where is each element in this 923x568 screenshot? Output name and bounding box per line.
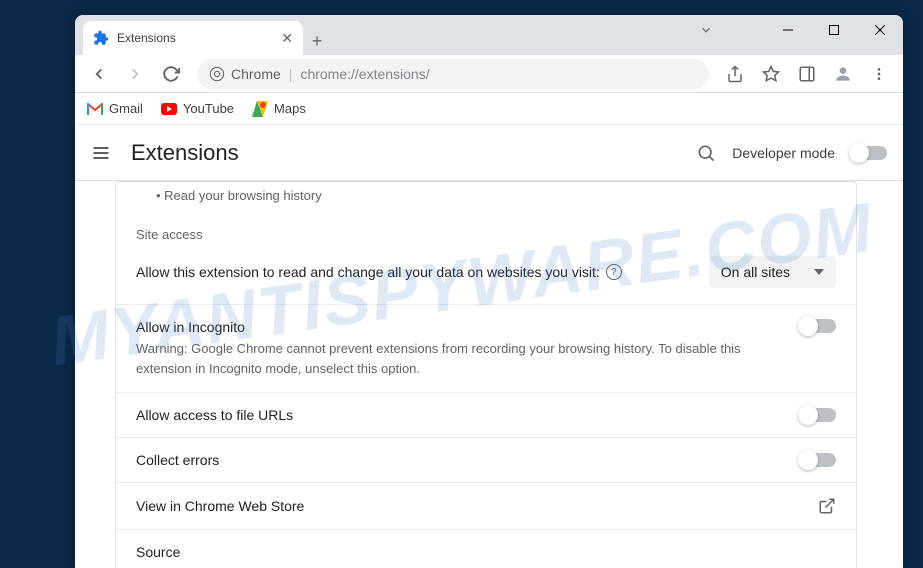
site-access-text: Allow this extension to read and change … (136, 264, 600, 280)
new-tab-button[interactable]: + (303, 27, 331, 55)
separator: | (289, 66, 293, 82)
search-icon[interactable] (696, 143, 716, 163)
youtube-icon (161, 101, 177, 117)
back-button[interactable] (83, 58, 115, 90)
incognito-toggle[interactable] (800, 319, 836, 333)
minimize-button[interactable] (765, 15, 811, 45)
file-urls-toggle[interactable] (800, 408, 836, 422)
close-window-button[interactable] (857, 15, 903, 45)
bookmark-star-icon[interactable] (755, 58, 787, 90)
tab-extensions[interactable]: Extensions ✕ (83, 21, 303, 55)
titlebar: Extensions ✕ + (75, 15, 903, 55)
permission-item: • Read your browsing history (116, 182, 856, 213)
external-link-icon (818, 497, 836, 515)
bookmark-label: YouTube (183, 101, 234, 116)
help-icon[interactable]: ? (606, 264, 622, 280)
collect-errors-row: Collect errors (116, 437, 856, 482)
chevron-down-icon (814, 269, 824, 275)
puzzle-icon (93, 30, 109, 46)
gmail-icon (87, 101, 103, 117)
dropdown-value: On all sites (721, 264, 790, 280)
url-text: chrome://extensions/ (300, 66, 429, 82)
toolbar: Chrome | chrome://extensions/ (75, 55, 903, 93)
browser-window: Extensions ✕ + Chrome | chrome://extensi… (75, 15, 903, 568)
reload-button[interactable] (155, 58, 187, 90)
incognito-label: Allow in Incognito (136, 319, 784, 335)
tab-title: Extensions (117, 31, 176, 45)
incognito-warning: Warning: Google Chrome cannot prevent ex… (136, 339, 784, 378)
profile-icon[interactable] (827, 58, 859, 90)
allow-incognito-row: Allow in Incognito Warning: Google Chrom… (116, 304, 856, 392)
bookmark-maps[interactable]: Maps (252, 101, 306, 117)
source-row: Source (116, 529, 856, 568)
source-label: Source (136, 544, 180, 560)
extensions-header: Extensions Developer mode (75, 125, 903, 181)
close-icon[interactable]: ✕ (281, 30, 293, 47)
page-title: Extensions (131, 140, 239, 166)
extension-detail-card: • Read your browsing history Site access… (115, 181, 857, 568)
hamburger-icon[interactable] (91, 143, 115, 163)
content-area[interactable]: • Read your browsing history Site access… (75, 181, 887, 568)
file-urls-label: Allow access to file URLs (136, 407, 293, 423)
developer-mode-toggle[interactable] (851, 146, 887, 160)
bookmark-gmail[interactable]: Gmail (87, 101, 143, 117)
window-controls (765, 15, 903, 45)
bookmark-youtube[interactable]: YouTube (161, 101, 234, 117)
chrome-scheme-icon: Chrome (209, 66, 281, 82)
scheme-label: Chrome (231, 66, 281, 82)
bookmark-label: Gmail (109, 101, 143, 116)
maximize-button[interactable] (811, 15, 857, 45)
web-store-label: View in Chrome Web Store (136, 498, 304, 514)
collect-errors-label: Collect errors (136, 452, 219, 468)
web-store-row[interactable]: View in Chrome Web Store (116, 482, 856, 529)
side-panel-icon[interactable] (791, 58, 823, 90)
menu-icon[interactable] (863, 58, 895, 90)
maps-icon (252, 101, 268, 117)
site-access-row: Allow this extension to read and change … (116, 246, 856, 304)
bookmark-label: Maps (274, 101, 306, 116)
address-bar[interactable]: Chrome | chrome://extensions/ (197, 59, 709, 89)
site-access-dropdown[interactable]: On all sites (709, 256, 836, 288)
collect-errors-toggle[interactable] (800, 453, 836, 467)
bookmarks-bar: Gmail YouTube Maps (75, 93, 903, 125)
file-urls-row: Allow access to file URLs (116, 392, 856, 437)
site-access-heading: Site access (116, 213, 856, 246)
developer-mode-label: Developer mode (732, 145, 835, 161)
forward-button[interactable] (119, 58, 151, 90)
tab-search-icon[interactable] (699, 23, 713, 37)
share-icon[interactable] (719, 58, 751, 90)
